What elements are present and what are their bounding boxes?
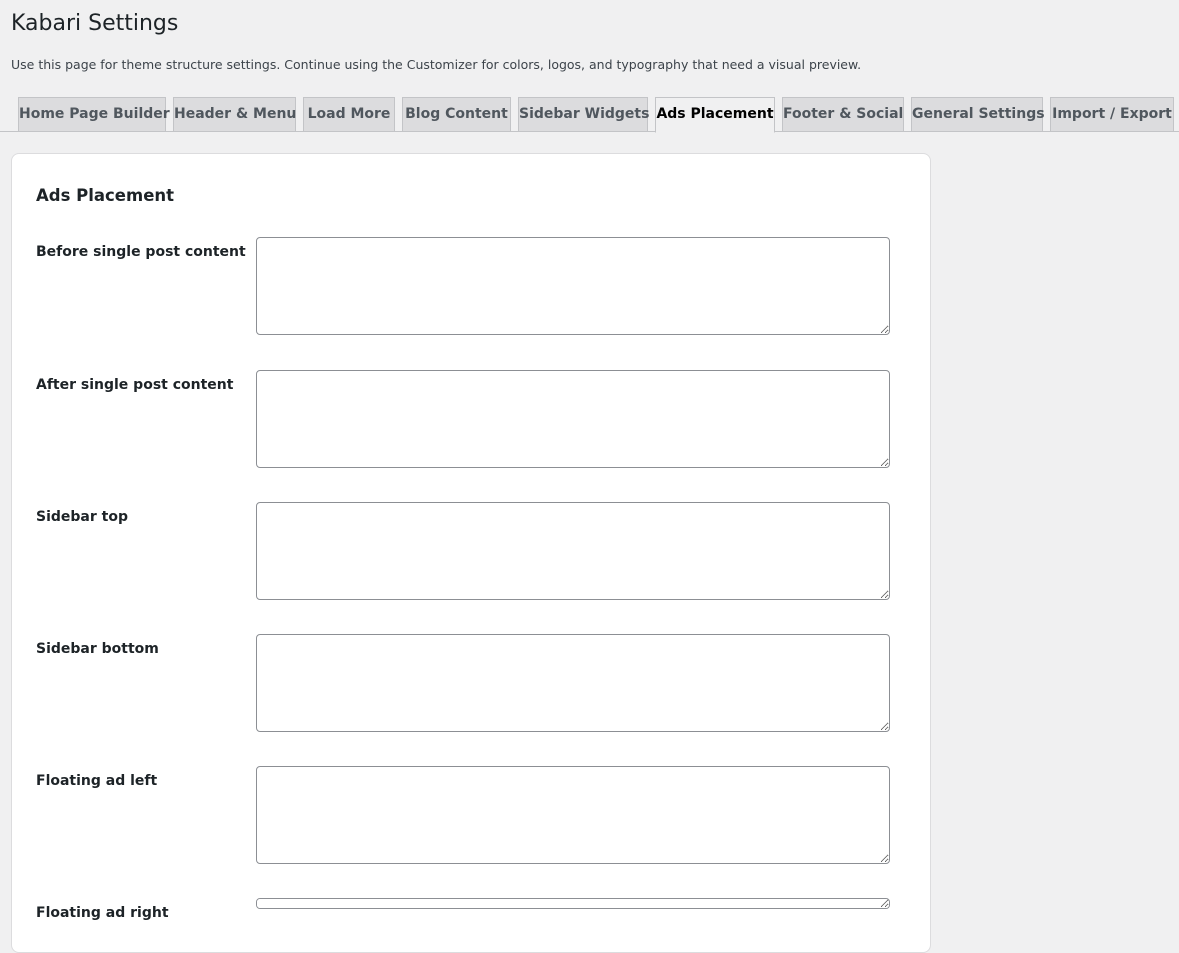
- tab-footer-social[interactable]: Footer & Social: [782, 97, 904, 131]
- page-description: Use this page for theme structure settin…: [11, 57, 862, 72]
- section-title: Ads Placement: [36, 186, 175, 205]
- tab-home-page-builder[interactable]: Home Page Builder: [18, 97, 170, 131]
- tab-import-export[interactable]: Import / Export: [1050, 97, 1174, 131]
- tab-ads-placement[interactable]: Ads Placement: [655, 97, 775, 133]
- field-label-before-post: Before single post content: [36, 244, 246, 260]
- sidebar-top-ad-input[interactable]: [256, 502, 890, 600]
- tab-blog-content[interactable]: Blog Content: [402, 97, 511, 131]
- field-label-sidebar-bottom: Sidebar bottom: [36, 641, 159, 657]
- field-label-after-post: After single post content: [36, 377, 234, 393]
- floating-left-ad-input[interactable]: [256, 766, 890, 864]
- field-label-floating-left: Floating ad left: [36, 773, 158, 789]
- tab-sidebar-widgets[interactable]: Sidebar Widgets: [518, 97, 649, 131]
- field-label-sidebar-top: Sidebar top: [36, 509, 128, 525]
- after-post-ad-input[interactable]: [256, 370, 890, 468]
- floating-right-ad-input[interactable]: [256, 898, 890, 909]
- tab-header-menu[interactable]: Header & Menu: [173, 97, 296, 131]
- before-post-ad-input[interactable]: [256, 237, 890, 335]
- tab-general-settings[interactable]: General Settings: [911, 97, 1045, 131]
- tabs-divider: [0, 131, 1179, 132]
- sidebar-bottom-ad-input[interactable]: [256, 634, 890, 732]
- field-label-floating-right: Floating ad right: [36, 905, 169, 921]
- tab-load-more[interactable]: Load More: [303, 97, 395, 131]
- page-title: Kabari Settings: [11, 11, 179, 36]
